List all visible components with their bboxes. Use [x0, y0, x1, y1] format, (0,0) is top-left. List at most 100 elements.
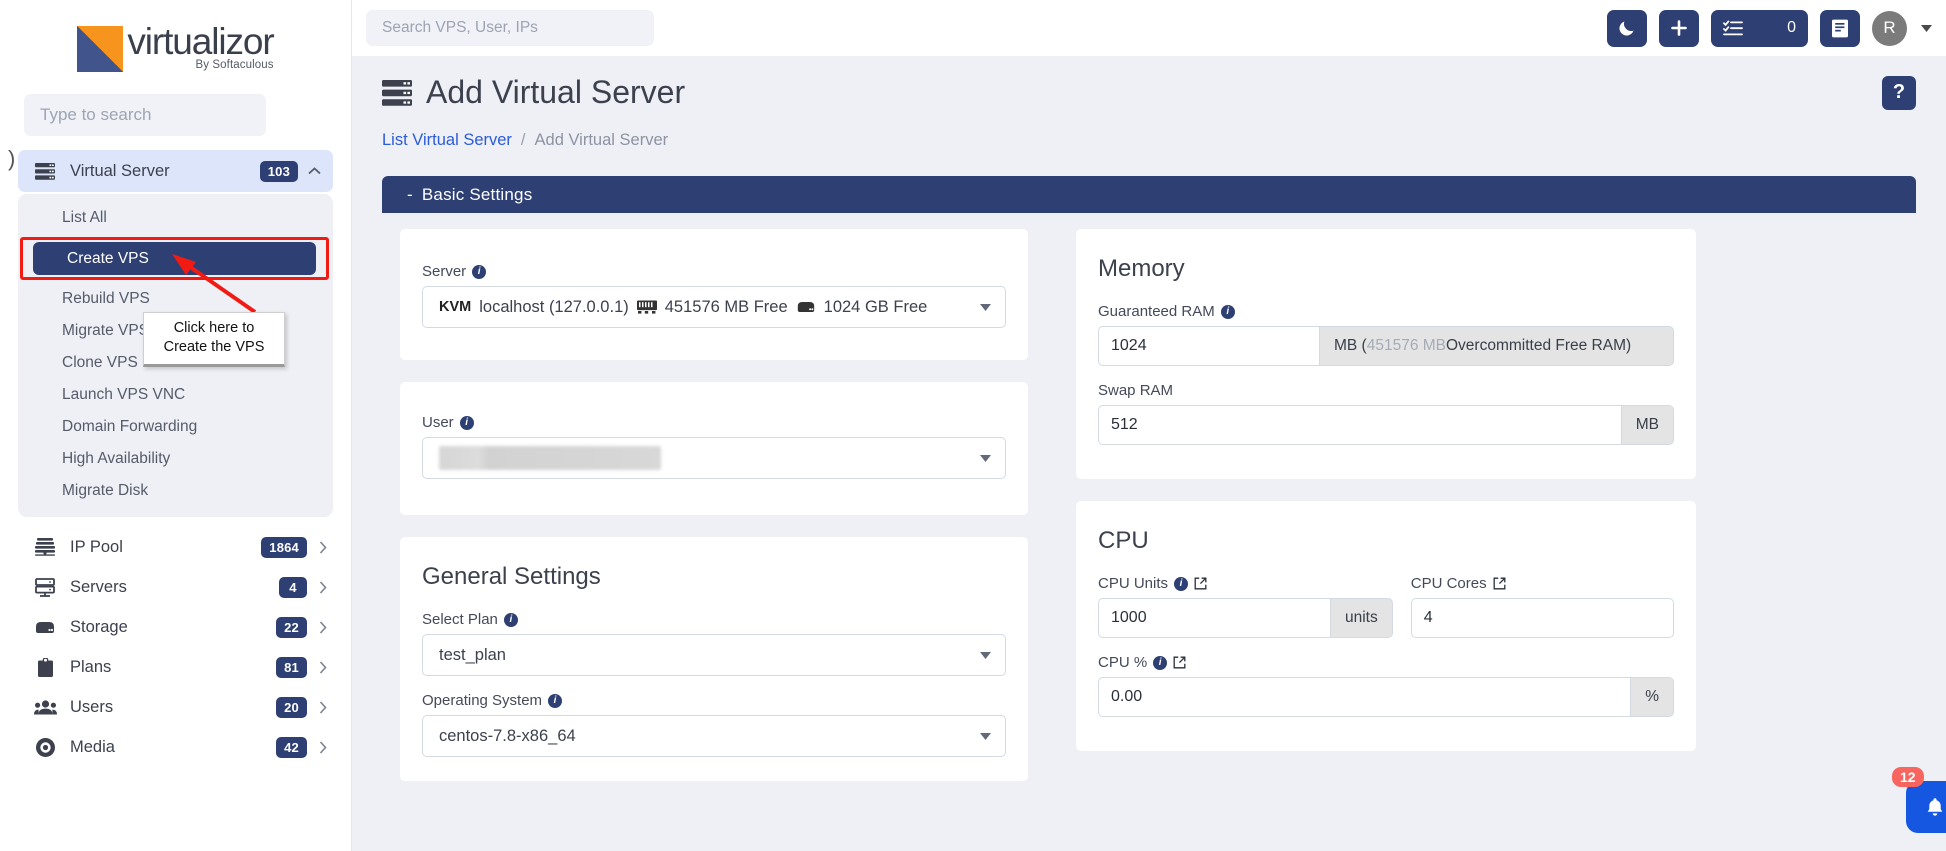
notification-fab-button[interactable]: 12	[1892, 767, 1946, 833]
memory-stick-icon	[636, 300, 657, 314]
chevron-down-icon[interactable]	[980, 651, 991, 659]
info-icon[interactable]: i	[548, 693, 563, 708]
guaranteed-ram-input[interactable]	[1098, 326, 1320, 366]
server-stack-icon	[382, 79, 412, 106]
sidebar-item-badge: 81	[276, 656, 307, 678]
breadcrumb-current: Add Virtual Server	[534, 131, 669, 149]
cpu-units-addon: units	[1331, 598, 1393, 638]
cpu-units-label-row: CPU Units i	[1098, 575, 1393, 592]
chevron-down-icon[interactable]	[980, 732, 991, 740]
sidebar-item-clone-vps[interactable]: Clone VPS	[28, 347, 323, 379]
info-icon[interactable]: i	[472, 264, 487, 279]
sidebar: virtualizor By Softaculous Type to searc…	[0, 0, 352, 851]
sidebar-item-domain-forwarding[interactable]: Domain Forwarding	[28, 411, 323, 443]
operating-system-value: centos-7.8-x86_64	[439, 726, 576, 745]
chevron-up-icon[interactable]	[308, 167, 321, 175]
cpu-cores-input[interactable]	[1410, 598, 1674, 638]
breadcrumb-link-list-virtual-server[interactable]: List Virtual Server	[382, 131, 512, 150]
tasks-button[interactable]: 0	[1711, 9, 1808, 47]
external-link-icon[interactable]	[1493, 577, 1506, 590]
info-icon[interactable]: i	[1153, 655, 1168, 670]
user-card: User i	[400, 382, 1028, 515]
guaranteed-ram-label: Guaranteed RAM	[1098, 303, 1215, 320]
guaranteed-ram-addon-suffix: Overcommitted Free RAM)	[1446, 337, 1632, 354]
cpu-units-field: CPU Units i units	[1098, 575, 1393, 638]
user-label: User	[422, 414, 454, 431]
sidebar-item-launch-vps-vnc[interactable]: Launch VPS VNC	[28, 379, 323, 411]
operating-system-label-row: Operating System i	[422, 692, 1006, 709]
avatar[interactable]: R	[1872, 10, 1907, 46]
panel-collapse-toggle[interactable]: -	[407, 185, 413, 205]
sidebar-item-users[interactable]: Users 20	[18, 687, 333, 727]
info-icon[interactable]: i	[503, 612, 518, 627]
plus-icon	[1670, 19, 1688, 37]
left-column: Server i KVM localhost (127.0.0.1) 45157…	[400, 229, 1028, 781]
cpu-card: CPU CPU Units i 1000 units CPU Cores 4 C…	[1076, 501, 1696, 751]
sidebar-item-list-all[interactable]: List All	[28, 202, 323, 234]
cpu-percent-field: CPU % i %	[1098, 654, 1674, 717]
external-link-icon[interactable]	[1173, 656, 1186, 669]
sidebar-item-label: Servers	[70, 577, 127, 596]
help-button[interactable]: ?	[1882, 75, 1916, 110]
sidebar-item-label: Media	[70, 737, 115, 756]
sidebar-group-virtual-server[interactable]: Virtual Server 103	[18, 150, 333, 192]
server-host: localhost (127.0.0.1)	[479, 297, 629, 316]
sidebar-item-label: Plans	[70, 657, 112, 676]
chevron-right-icon[interactable]	[319, 660, 327, 674]
chevron-down-icon[interactable]	[1921, 24, 1932, 32]
sidebar-item-media[interactable]: Media 42	[18, 727, 333, 767]
info-icon[interactable]: i	[1174, 576, 1189, 591]
operating-system-label: Operating System	[422, 692, 543, 709]
chevron-right-icon[interactable]	[319, 620, 327, 634]
sidebar-item-migrate-vps[interactable]: Migrate VPS	[28, 315, 323, 347]
select-plan-field: Select Plan i test_plan	[422, 611, 1006, 676]
panel-title: Basic Settings	[421, 184, 533, 204]
sidebar-group-label: Virtual Server	[70, 161, 170, 180]
server-label: Server	[422, 263, 467, 280]
info-icon[interactable]: i	[459, 415, 474, 430]
operating-system-dropdown[interactable]: centos-7.8-x86_64	[422, 715, 1006, 757]
sidebar-item-create-vps[interactable]: Create VPS	[33, 242, 316, 275]
cpu-cores-field: CPU Cores	[1410, 575, 1674, 638]
dark-mode-toggle-button[interactable]	[1607, 9, 1647, 47]
sidebar-item-plans[interactable]: Plans 81	[18, 647, 333, 687]
chevron-down-icon[interactable]	[980, 454, 991, 462]
select-plan-value: test_plan	[439, 645, 506, 664]
sidebar-item-rebuild-vps[interactable]: Rebuild VPS	[28, 283, 323, 315]
sidebar-item-migrate-disk[interactable]: Migrate Disk	[28, 475, 323, 507]
server-stack-icon	[32, 161, 58, 181]
brand-logo[interactable]: virtualizor By Softaculous	[0, 0, 351, 88]
memory-heading: Memory	[1098, 255, 1185, 282]
top-bar-actions: 0 R	[1607, 9, 1932, 47]
chevron-right-icon[interactable]	[319, 740, 327, 754]
sidebar-search-input[interactable]	[24, 94, 266, 136]
external-link-icon[interactable]	[1194, 577, 1207, 590]
chevron-right-icon[interactable]	[319, 540, 327, 554]
chevron-down-icon[interactable]	[980, 303, 991, 311]
basic-settings-panel-header[interactable]: - Basic Settings	[382, 176, 1916, 213]
server-card: Server i KVM localhost (127.0.0.1) 45157…	[400, 229, 1028, 360]
guaranteed-ram-input-group: MB ( 451576 MB Overcommitted Free RAM)	[1098, 326, 1674, 366]
brand-tagline: By Softaculous	[195, 59, 274, 71]
chevron-right-icon[interactable]	[319, 580, 327, 594]
chevron-right-icon[interactable]	[319, 700, 327, 714]
docs-button[interactable]	[1820, 9, 1860, 47]
sidebar-item-label: IP Pool	[70, 537, 123, 556]
user-select[interactable]	[422, 437, 1006, 479]
select-plan-dropdown[interactable]: test_plan	[422, 634, 1006, 676]
sidebar-item-storage[interactable]: Storage 22	[18, 607, 333, 647]
basic-settings-panel: - Basic Settings Server i KVM localhost …	[382, 176, 1916, 781]
sidebar-item-badge: 20	[276, 696, 307, 718]
server-free-disk: 1024 GB Free	[823, 297, 928, 316]
info-icon[interactable]: i	[1220, 304, 1235, 319]
cpu-units-input[interactable]	[1098, 598, 1331, 638]
swap-ram-label: Swap RAM	[1098, 382, 1174, 399]
add-button[interactable]	[1659, 9, 1699, 47]
server-select[interactable]: KVM localhost (127.0.0.1) 451576 MB Free…	[422, 286, 1006, 328]
swap-ram-input[interactable]	[1098, 405, 1622, 445]
cpu-percent-input[interactable]	[1098, 677, 1632, 717]
sidebar-item-ip-pool[interactable]: IP Pool 1864	[18, 527, 333, 567]
search-input[interactable]	[366, 10, 654, 46]
sidebar-item-servers[interactable]: Servers 4	[18, 567, 333, 607]
sidebar-item-high-availability[interactable]: High Availability	[28, 443, 323, 475]
